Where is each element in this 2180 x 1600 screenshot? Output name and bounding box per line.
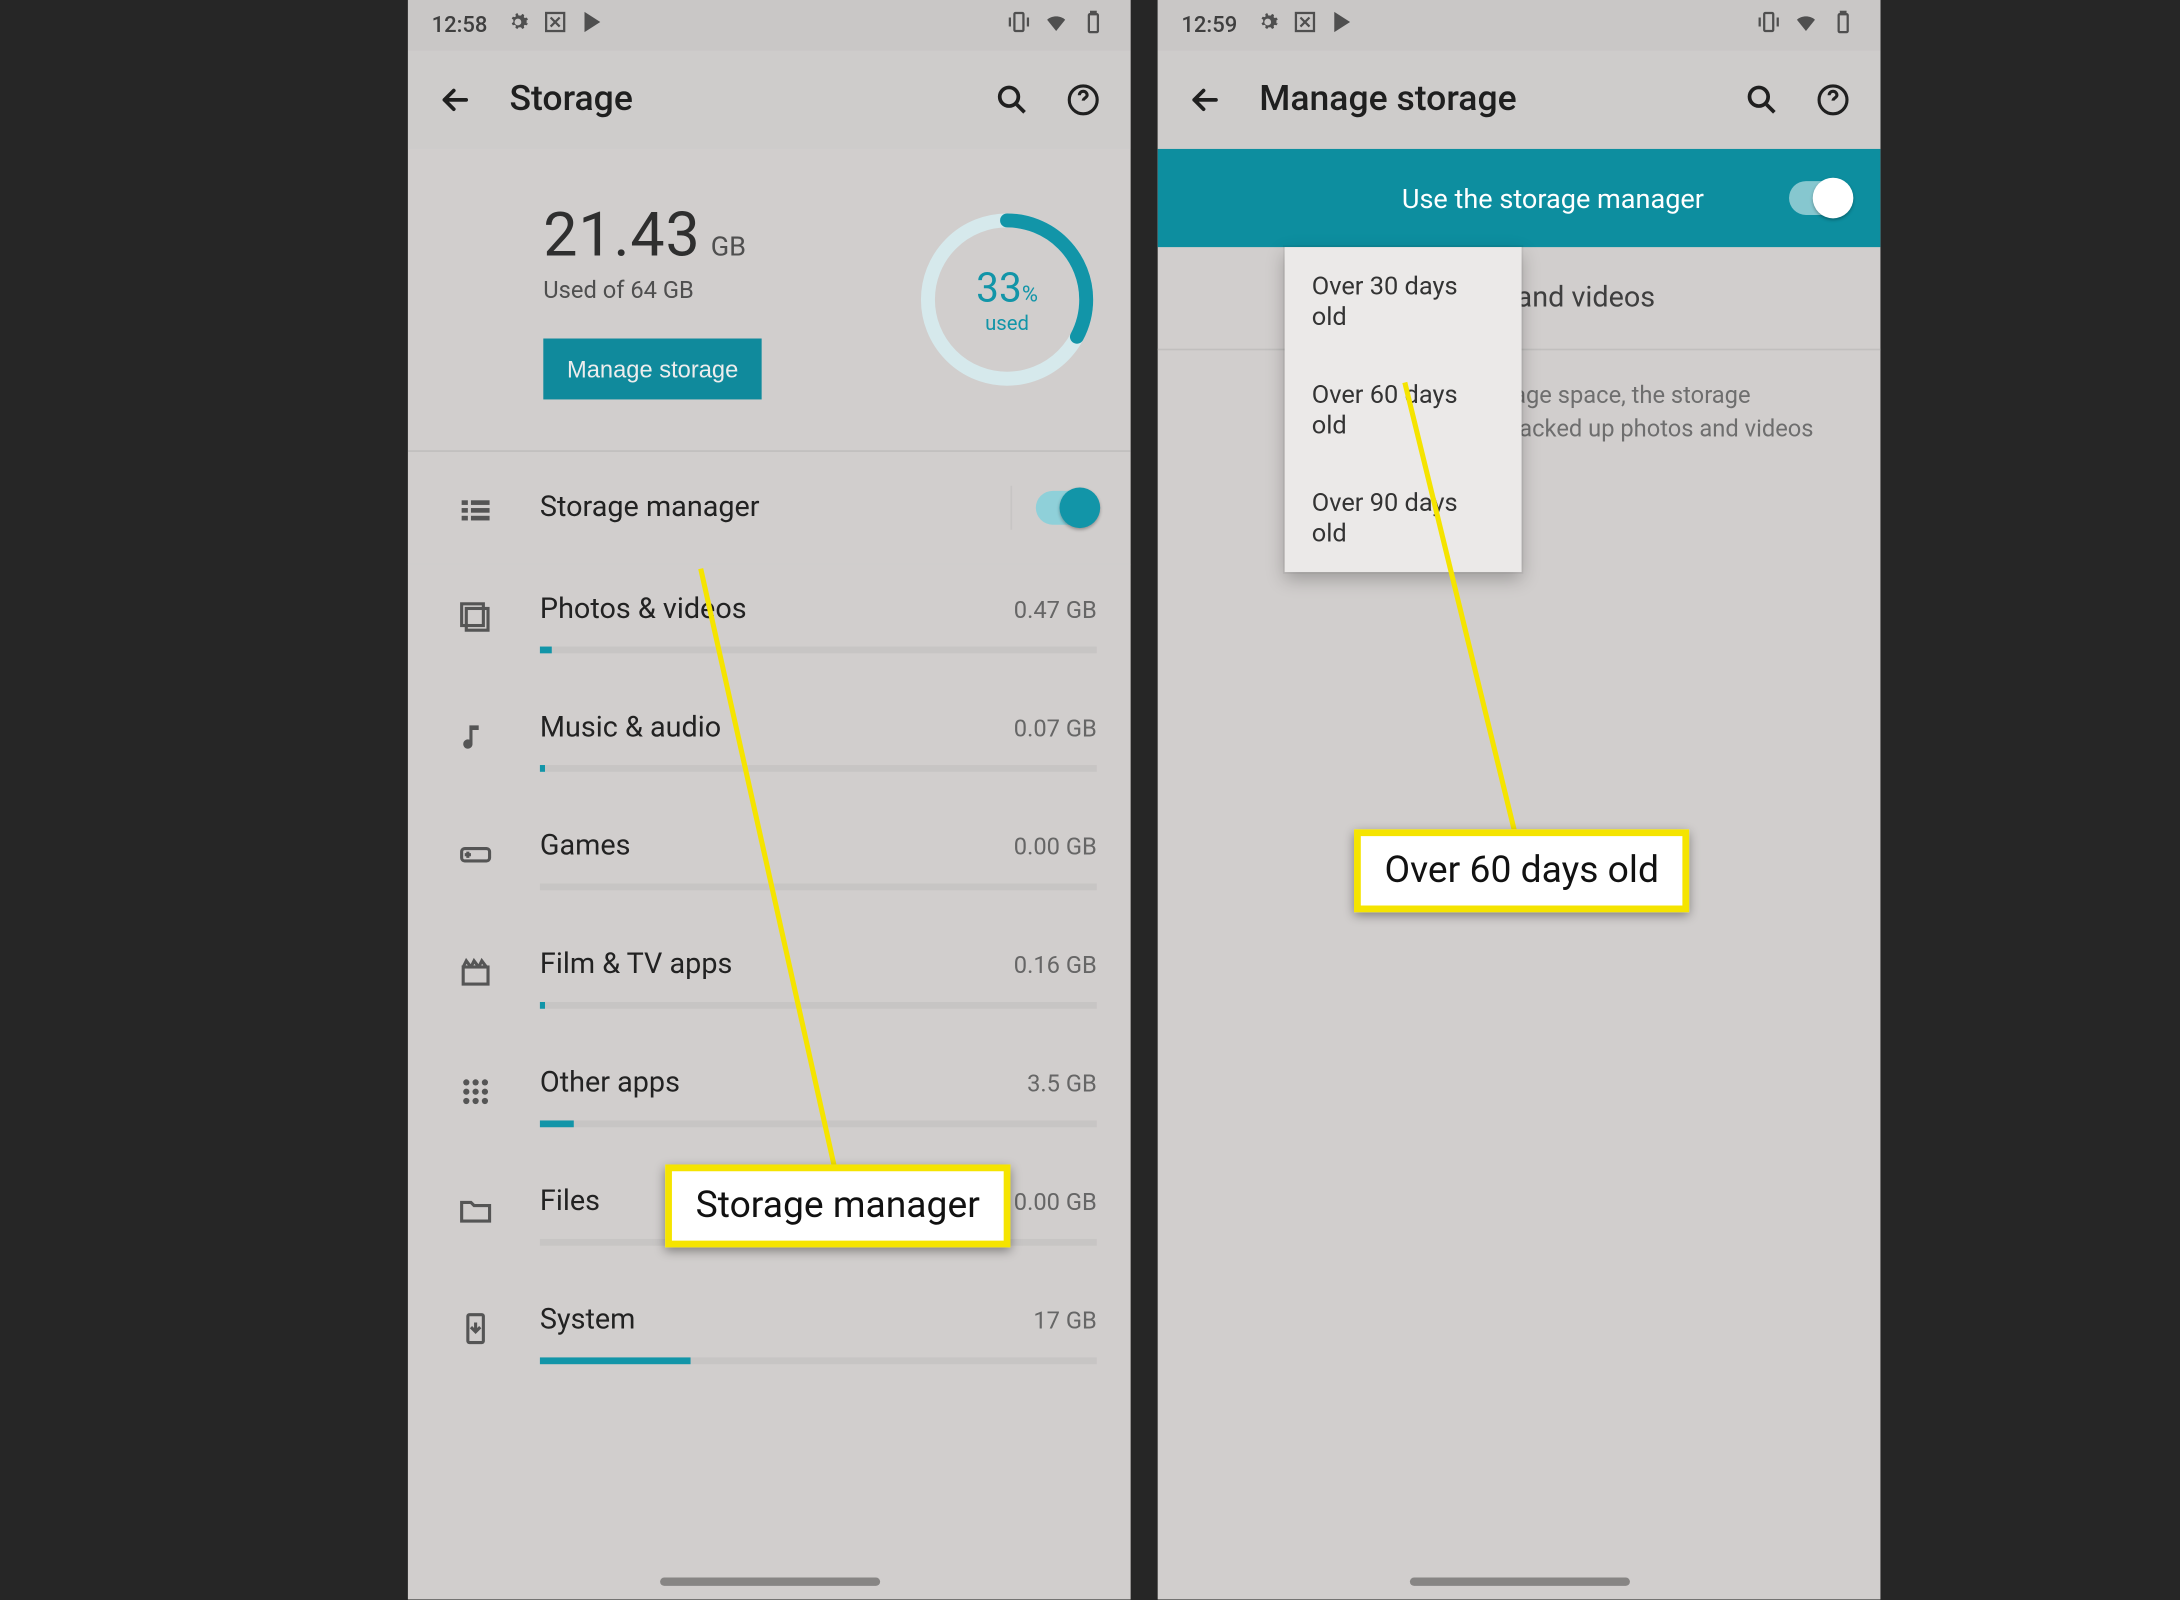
row-value: 0.07 GB: [1014, 716, 1097, 743]
row-label: Storage manager: [540, 491, 760, 525]
nav-handle[interactable]: [1409, 1577, 1629, 1585]
used-unit: GB: [711, 230, 746, 262]
storage-screen: 12:58 Storage 21.43 GB: [408, 0, 1131, 1599]
back-button[interactable]: [432, 76, 479, 123]
app-bar: Manage storage: [1158, 51, 1881, 149]
system-update-icon: [442, 1303, 510, 1347]
help-button[interactable]: [1060, 76, 1107, 123]
row-value: 0.00 GB: [1014, 834, 1097, 861]
music-icon: [442, 711, 510, 755]
play-store-icon: [579, 8, 606, 42]
manage-storage-button[interactable]: Manage storage: [543, 339, 762, 400]
row-system[interactable]: System 17 GB: [408, 1276, 1131, 1394]
menu-item-30[interactable]: Over 30 days old: [1285, 247, 1522, 355]
clapper-icon: [442, 948, 510, 992]
play-store-icon: [1329, 8, 1356, 42]
vibrate-icon: [1755, 8, 1782, 42]
row-film-tv[interactable]: Film & TV apps 0.16 GB: [408, 921, 1131, 1039]
row-label: Other apps: [540, 1066, 680, 1100]
app-bar: Storage: [408, 51, 1131, 149]
row-photos-videos[interactable]: Photos & videos 0.47 GB: [408, 565, 1131, 683]
photos-icon: [442, 592, 510, 636]
help-button[interactable]: [1809, 76, 1856, 123]
page-title: Storage: [509, 80, 964, 121]
row-label: Film & TV apps: [540, 948, 732, 982]
menu-item-60[interactable]: Over 60 days old: [1285, 355, 1522, 463]
row-music-audio[interactable]: Music & audio 0.07 GB: [408, 684, 1131, 802]
row-value: 0.00 GB: [1014, 1190, 1097, 1217]
row-games[interactable]: Games 0.00 GB: [408, 802, 1131, 920]
clock: 12:58: [432, 13, 488, 38]
storage-categories: Storage manager Photos & videos 0.47 GB M…: [408, 452, 1131, 1395]
page-title: Manage storage: [1259, 80, 1714, 121]
vibrate-icon: [1005, 8, 1032, 42]
search-button[interactable]: [1738, 76, 1785, 123]
wifi-icon: [1043, 8, 1070, 42]
banner-label: Use the storage manager: [1158, 182, 1881, 214]
callout-over-60-days: Over 60 days old: [1354, 829, 1689, 912]
gamepad-icon: [442, 829, 510, 873]
clock: 12:59: [1181, 13, 1237, 38]
used-subtext: Used of 64 GB: [543, 278, 863, 305]
row-value: 0.47 GB: [1014, 597, 1097, 624]
row-label: Photos & videos: [540, 592, 747, 626]
folder-icon: [442, 1185, 510, 1229]
search-button[interactable]: [988, 76, 1035, 123]
wifi-icon: [1792, 8, 1819, 42]
usage-ring: 33% used: [914, 206, 1100, 392]
row-value: 17 GB: [1033, 1308, 1096, 1335]
row-label: System: [540, 1303, 635, 1337]
row-value: 3.5 GB: [1027, 1071, 1097, 1098]
manage-storage-screen: 12:59 Manage storage Use the storage man…: [1158, 0, 1881, 1599]
nav-handle[interactable]: [659, 1577, 879, 1585]
apps-icon: [442, 1066, 510, 1110]
back-button[interactable]: [1181, 76, 1228, 123]
storage-manager-toggle[interactable]: [1036, 491, 1097, 525]
list-icon: [442, 486, 510, 530]
battery-icon: [1080, 8, 1107, 42]
age-dropdown-menu: Over 30 days old Over 60 days old Over 9…: [1285, 247, 1522, 572]
use-storage-manager-toggle[interactable]: [1789, 181, 1850, 215]
gear-icon: [1254, 8, 1281, 42]
used-amount: 21.43: [543, 200, 700, 271]
battery-icon: [1830, 8, 1857, 42]
row-label: Games: [540, 829, 631, 863]
row-other-apps[interactable]: Other apps 3.5 GB: [408, 1039, 1131, 1157]
row-label: Files: [540, 1185, 600, 1219]
callout-storage-manager: Storage manager: [665, 1164, 1010, 1247]
use-storage-manager-banner[interactable]: Use the storage manager: [1158, 149, 1881, 247]
menu-item-90[interactable]: Over 90 days old: [1285, 464, 1522, 572]
gear-icon: [504, 8, 531, 42]
square-x-icon: [1291, 8, 1318, 42]
status-bar: 12:58: [408, 0, 1131, 51]
storage-summary: 21.43 GB Used of 64 GB Manage storage 33…: [408, 149, 1131, 452]
row-label: Music & audio: [540, 711, 721, 745]
status-bar: 12:59: [1158, 0, 1881, 51]
square-x-icon: [542, 8, 569, 42]
row-storage-manager[interactable]: Storage manager: [408, 452, 1131, 565]
row-value: 0.16 GB: [1014, 953, 1097, 980]
